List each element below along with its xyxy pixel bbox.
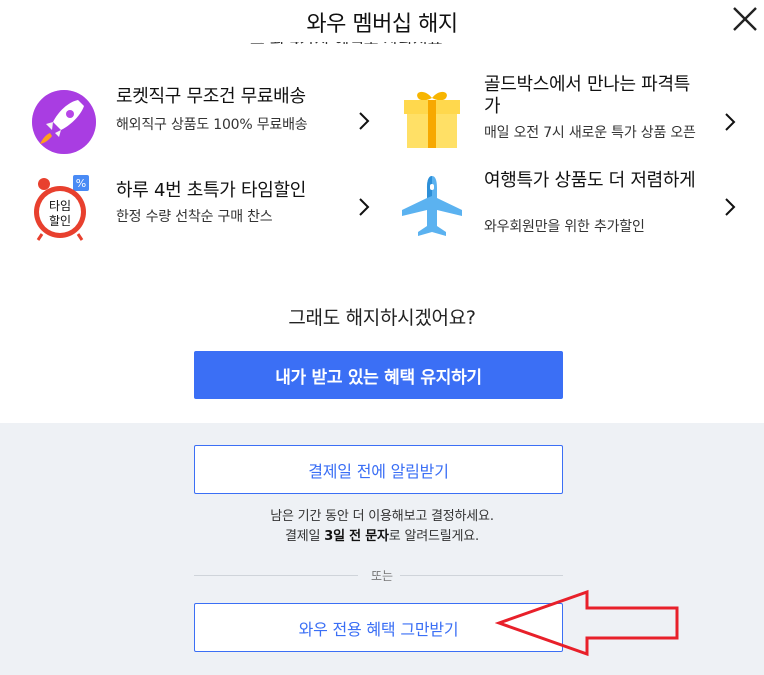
dialog-header: 와우 멤버십 해지 (0, 0, 764, 42)
svg-text:타임: 타임 (49, 199, 71, 213)
svg-text:할인: 할인 (49, 214, 71, 228)
chevron-right-icon (359, 112, 370, 130)
benefit-title: 로켓직구 무조건 무료배송 (116, 86, 306, 107)
keep-benefits-button[interactable]: 내가 받고 있는 혜택 유지하기 (194, 351, 563, 399)
benefit-desc: 해외직구 상품도 100% 무료배송 (116, 117, 308, 133)
benefit-title: 골드박스에서 만나는 파격특가 (484, 74, 690, 117)
divider-or-text: 또는 (370, 569, 394, 583)
airplane-icon (402, 176, 462, 236)
benefit-desc: 한정 수량 선착순 구매 찬스 (116, 209, 273, 225)
alarm-clock-icon: % 타임 할인 (34, 175, 89, 241)
benefit-desc: 와우회원만을 위한 추가할인 (484, 219, 645, 235)
annotation-arrow-icon (495, 589, 679, 657)
gift-box-icon (404, 91, 460, 148)
benefit-title: 하루 4번 초특가 타임할인 (116, 180, 307, 201)
benefit-rocket-direct[interactable]: 로켓직구 무조건 무료배송 해외직구 상품도 100% 무료배송 (28, 84, 376, 162)
notice-line-1: 남은 기간 동안 더 이용해보고 결정하세요. (270, 509, 494, 524)
benefit-title: 여행특가 상품도 더 저렴하게 (484, 170, 696, 191)
chevron-right-icon (725, 198, 736, 216)
chevron-right-icon (725, 113, 736, 131)
benefit-time-sale[interactable]: % 타임 할인 하루 4번 초특가 타임할인 한정 수량 선착순 구매 찬스 (28, 170, 376, 244)
benefit-desc: 매일 오전 7시 새로운 특가 상품 오픈 (484, 125, 696, 141)
benefit-goldbox[interactable]: 골드박스에서 만나는 파격특가 매일 오전 7시 새로운 특가 상품 오픈 (396, 72, 746, 164)
close-icon[interactable] (730, 4, 760, 34)
notice-line-2: 결제일 3일 전 문자로 알려드릴게요. (285, 529, 479, 544)
cancel-question: 그래도 해지하시겠어요? (288, 307, 476, 329)
notify-before-payment-button[interactable]: 결제일 전에 알림받기 (194, 445, 563, 494)
dialog-title: 와우 멤버십 해지 (306, 12, 458, 37)
benefit-travel-sale[interactable]: 여행특가 상품도 더 저렴하게 와우회원만을 위한 추가할인 (396, 168, 746, 244)
percent-badge: % (76, 177, 86, 190)
rocket-icon (32, 90, 96, 154)
chevron-right-icon (359, 198, 370, 216)
